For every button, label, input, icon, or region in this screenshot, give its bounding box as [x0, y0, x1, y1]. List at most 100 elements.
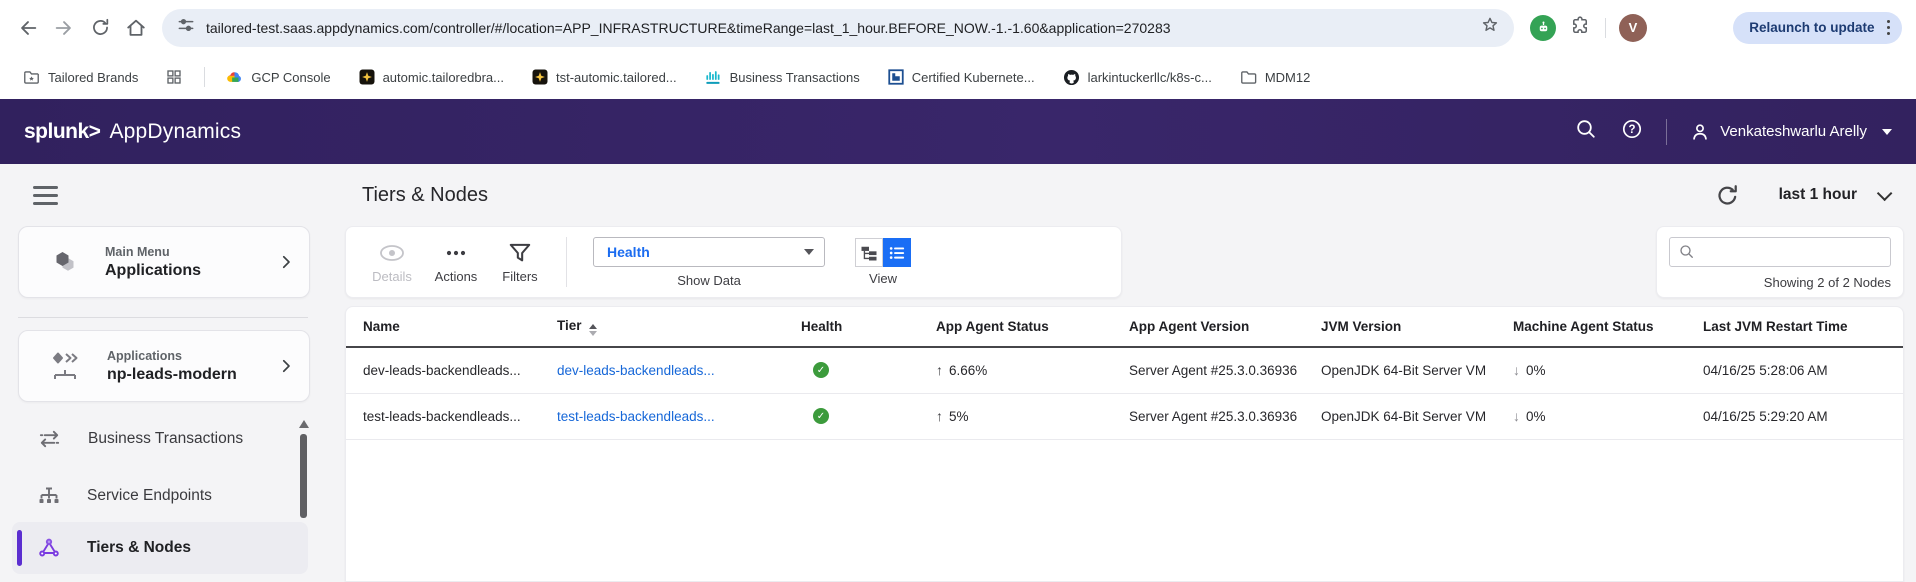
bookmark-star-icon[interactable]	[1480, 15, 1500, 40]
app-agent-status: 5%	[936, 409, 969, 424]
sort-icon[interactable]	[588, 323, 597, 336]
extensions-puzzle-icon[interactable]	[1569, 14, 1592, 42]
home-icon[interactable]	[118, 10, 154, 46]
search-icon[interactable]	[1574, 117, 1598, 146]
eye-icon	[380, 245, 404, 261]
node-name: dev-leads-backendleads...	[346, 347, 557, 394]
bookmark-folder-mdm12[interactable]: MDM12	[1239, 68, 1310, 87]
bookmark-certified-kubernetes[interactable]: Certified Kubernete...	[887, 68, 1035, 86]
last-jvm-restart-time: 04/16/25 5:29:20 AM	[1703, 393, 1903, 440]
sidebar-item-business-transactions[interactable]: Business Transactions	[12, 420, 308, 458]
col-tier[interactable]: Tier	[557, 307, 801, 348]
browser-toolbar: tailored-test.saas.appdynamics.com/contr…	[0, 0, 1916, 55]
actions-button[interactable]: Actions	[424, 240, 488, 284]
time-range-selector[interactable]: last 1 hour	[1779, 186, 1857, 204]
site-info-icon[interactable]	[176, 15, 196, 40]
refresh-icon[interactable]	[1714, 182, 1741, 209]
show-data-label: Show Data	[677, 272, 741, 288]
jvm-version: OpenJDK 64-Bit Server VM	[1321, 347, 1513, 394]
url-text[interactable]: tailored-test.saas.appdynamics.com/contr…	[206, 20, 1480, 36]
col-name[interactable]: Name	[346, 307, 557, 348]
col-app-agent-version[interactable]: App Agent Version	[1129, 307, 1321, 348]
filters-button[interactable]: Filters	[488, 240, 552, 284]
application-eyebrow: Applications	[107, 348, 183, 363]
github-icon	[1063, 69, 1079, 85]
application-card[interactable]: Applications np-leads-modern	[18, 330, 310, 402]
url-bar[interactable]: tailored-test.saas.appdynamics.com/contr…	[162, 8, 1514, 47]
main-menu-title: Applications	[105, 261, 202, 279]
sidebar-scroll-up-arrow[interactable]	[299, 420, 309, 428]
table-toolbar: Details Actions Filters Health Show Data…	[345, 226, 1122, 298]
app-agent-status: 6.66%	[936, 363, 987, 378]
dropdown-caret-icon	[804, 248, 814, 255]
bookmarks-bar: Tailored Brands GCP Console automic.tail…	[0, 55, 1916, 99]
col-machine-agent-status[interactable]: Machine Agent Status	[1513, 307, 1703, 348]
appdynamics-header: splunk> AppDynamics ? Venkateshwarlu Are…	[0, 99, 1916, 164]
browser-menu-icon[interactable]	[1883, 19, 1895, 36]
reload-icon[interactable]	[82, 10, 118, 46]
nodes-table-panel: Name Tier Health App Agent Status App Ag…	[345, 306, 1904, 582]
bookmark-folder-tailored-brands[interactable]: Tailored Brands	[22, 68, 138, 87]
sidebar-item-label: Tiers & Nodes	[87, 539, 191, 556]
appdynamics-logo: AppDynamics	[109, 119, 242, 143]
assistant-extension-icon[interactable]	[1530, 14, 1556, 41]
node-search[interactable]	[1669, 237, 1891, 267]
relaunch-to-update-button[interactable]: Relaunch to update	[1733, 11, 1902, 44]
table-row[interactable]: dev-leads-backendleads... dev-leads-back…	[346, 347, 1903, 394]
show-data-value: Health	[607, 243, 650, 260]
automic-icon	[532, 69, 548, 85]
sidebar-divider	[18, 317, 308, 318]
back-icon[interactable]	[10, 10, 46, 46]
hamburger-menu-icon[interactable]	[33, 186, 58, 205]
header-divider	[1666, 118, 1668, 145]
bookmark-apps-grid-icon[interactable]	[165, 68, 183, 86]
node-name: test-leads-backendleads...	[346, 393, 557, 440]
bookmark-gcp-console[interactable]: GCP Console	[225, 68, 331, 87]
sidebar-item-tiers-nodes[interactable]: Tiers & Nodes	[12, 522, 308, 574]
show-data-dropdown[interactable]: Health	[593, 236, 825, 267]
user-menu[interactable]: Venkateshwarlu Arelly	[1689, 121, 1892, 143]
list-view-icon	[889, 246, 905, 259]
showing-count: Showing 2 of 2 Nodes	[1763, 275, 1891, 290]
tier-link[interactable]: test-leads-backendleads...	[557, 409, 715, 424]
time-range-caret-icon[interactable]	[1876, 185, 1893, 201]
tree-view-icon	[861, 246, 877, 260]
jvm-version: OpenJDK 64-Bit Server VM	[1321, 393, 1513, 440]
sidebar-scrollbar[interactable]	[300, 434, 307, 518]
main-menu-card[interactable]: Main Menu Applications	[18, 226, 310, 298]
col-jvm-version[interactable]: JVM Version	[1321, 307, 1513, 348]
machine-agent-status: 0%	[1513, 363, 1546, 378]
bookmark-business-transactions[interactable]: Business Transactions	[704, 68, 860, 87]
tree-view-button[interactable]	[855, 238, 883, 267]
forward-icon[interactable]	[46, 10, 82, 46]
search-input[interactable]	[1702, 244, 1882, 260]
ellipsis-icon	[446, 250, 466, 256]
bookmark-tst-automic[interactable]: tst-automic.tailored...	[531, 68, 677, 86]
machine-agent-status: 0%	[1513, 409, 1546, 424]
sidebar-item-service-endpoints[interactable]: Service Endpoints	[12, 477, 308, 515]
chevron-right-icon	[282, 255, 290, 269]
col-last-jvm-restart[interactable]: Last JVM Restart Time	[1703, 307, 1903, 348]
search-icon	[1680, 245, 1693, 258]
details-label: Details	[372, 269, 412, 284]
browser-profile-avatar[interactable]: V	[1619, 13, 1647, 42]
health-ok-icon	[813, 408, 829, 424]
main-menu-eyebrow: Main Menu	[105, 244, 170, 259]
tier-link[interactable]: dev-leads-backendleads...	[557, 363, 715, 378]
col-health[interactable]: Health	[801, 307, 936, 348]
splunk-appdynamics-logo[interactable]: splunk> AppDynamics	[24, 120, 241, 144]
filters-label: Filters	[502, 269, 538, 284]
bookmarks-divider	[204, 67, 206, 87]
bookmark-github-k8s[interactable]: larkintuckerllc/k8s-c...	[1062, 68, 1212, 87]
details-button[interactable]: Details	[360, 240, 424, 284]
col-app-agent-status[interactable]: App Agent Status	[936, 307, 1129, 348]
list-view-button[interactable]	[883, 238, 911, 267]
app-agent-version: Server Agent #25.3.0.36936	[1129, 363, 1298, 379]
chevron-right-icon	[282, 359, 290, 373]
table-row[interactable]: test-leads-backendleads... test-leads-ba…	[346, 393, 1903, 440]
bookmark-automic[interactable]: automic.tailoredbra...	[358, 68, 504, 86]
nodes-table: Name Tier Health App Agent Status App Ag…	[346, 307, 1903, 440]
help-icon[interactable]: ?	[1620, 117, 1644, 146]
last-jvm-restart-time: 04/16/25 5:28:06 AM	[1703, 347, 1903, 394]
sidebar-item-label: Service Endpoints	[87, 487, 212, 504]
